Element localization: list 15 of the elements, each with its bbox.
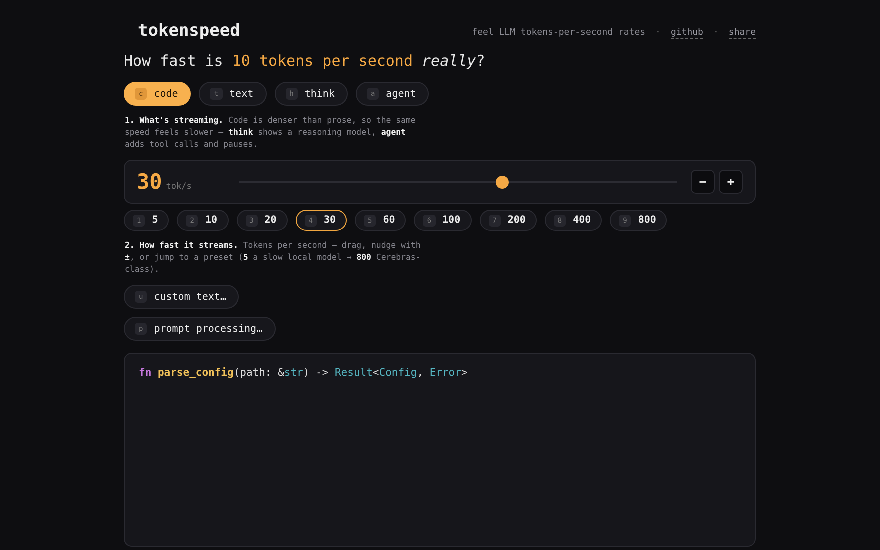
code-line: fn parse_config(path: &str) -> Result<Config, Error> — [139, 367, 469, 379]
separator-dot: · — [656, 28, 661, 38]
brand-title: tokenspeed — [138, 21, 240, 41]
headline: How fast is 10 tokens per second really? — [124, 52, 486, 70]
speed-value: 30 — [137, 170, 162, 194]
increase-button[interactable]: + — [719, 170, 743, 194]
slider-thumb[interactable] — [496, 176, 509, 188]
separator-dot: · — [713, 28, 719, 38]
nav-link[interactable]: share — [728, 28, 756, 38]
speed-unit: tok/s — [166, 182, 192, 192]
tagline: feel LLM tokens-per-second rates — [472, 28, 646, 38]
nav-link[interactable]: github — [670, 28, 704, 38]
description-text: 1. What's streaming. Code is denser than prose, so the same speed feels slower — think shows a reasoning model, agent adds tool calls and pauses. — [125, 114, 417, 150]
decrease-button[interactable]: − — [691, 170, 715, 194]
description-text: 2. How fast it streams. Tokens per second — drag, nudge with ±, or jump to a preset (5 a slow local model → 800 Cerebras-class). — [125, 239, 422, 275]
